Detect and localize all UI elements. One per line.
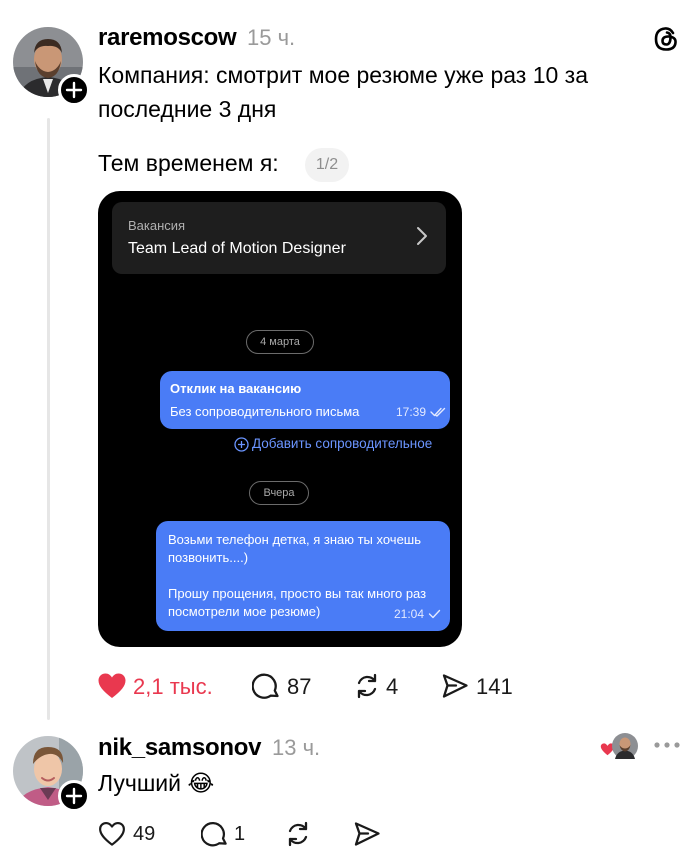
vacancy-card[interactable]: Вакансия Team Lead of Motion Designer (112, 202, 446, 274)
plus-icon (65, 787, 83, 805)
liked-by-author-indicator (599, 733, 639, 759)
follow-button[interactable] (58, 74, 90, 106)
bubble-time: 17:39 (396, 405, 427, 419)
thread-line (47, 118, 50, 720)
heart-icon (99, 821, 125, 846)
post-time: 15 ч. (247, 25, 296, 50)
date-pill: 4 марта (246, 330, 314, 354)
comment-button[interactable]: 87 (252, 672, 314, 700)
reply-username[interactable]: nik_samsonov (98, 734, 261, 762)
bubble-time: 21:04 (394, 607, 425, 621)
vacancy-title: Team Lead of Motion Designer (128, 240, 346, 257)
chevron-right-icon (417, 227, 427, 245)
reply-text: Лучший 😂 (98, 770, 215, 796)
post-text-line3: Тем временем я: (98, 150, 279, 176)
repost-icon[interactable] (284, 820, 312, 848)
reply-time: 13 ч. (272, 735, 321, 760)
like-button[interactable]: 2,1 тыс. (97, 672, 219, 700)
repost-button[interactable]: 4 (353, 672, 403, 700)
more-icon[interactable] (653, 741, 681, 749)
image-page-indicator: 1/2 (305, 148, 349, 182)
post-username[interactable]: raremoscow (98, 24, 237, 52)
plus-circle-icon (234, 437, 249, 452)
check-icon (428, 609, 441, 619)
post-image[interactable]: Вакансия Team Lead of Motion Designer 4 … (98, 191, 462, 647)
share-button[interactable]: 141 (441, 672, 513, 700)
comment-icon (201, 821, 227, 847)
message-bubble: Возьми телефон детка, я знаю ты хочешь п… (156, 521, 450, 631)
date-pill: Вчера (249, 481, 309, 505)
comment-button[interactable]: 1 (201, 820, 251, 848)
share-count: 141 (476, 674, 513, 699)
author-avatar-icon (612, 733, 638, 759)
bubble-text: Без сопроводительного письма (170, 404, 360, 419)
add-cover-letter-link[interactable]: Добавить сопроводительное (252, 436, 432, 451)
heart-icon (98, 673, 126, 698)
message-bubble: Отклик на вакансию Без сопроводительного… (160, 371, 450, 429)
comment-count: 87 (287, 674, 312, 699)
plus-icon (65, 81, 83, 99)
like-count: 49 (133, 823, 156, 845)
comment-icon (252, 673, 279, 699)
share-icon (442, 674, 468, 698)
like-button[interactable]: 49 (98, 820, 164, 848)
share-icon[interactable] (353, 820, 381, 848)
repost-icon (357, 673, 377, 699)
repost-count: 4 (386, 674, 399, 699)
comment-count: 1 (234, 823, 246, 845)
post-text-line2: последние 3 дня (98, 96, 277, 122)
like-count: 2,1 тыс. (133, 674, 213, 699)
follow-button[interactable] (58, 780, 90, 812)
threads-logo-icon[interactable] (651, 24, 681, 54)
post-text-line1: Компания: смотрит мое резюме уже раз 10 … (98, 62, 589, 88)
vacancy-label: Вакансия (128, 218, 186, 233)
bubble-title: Отклик на вакансию (170, 381, 302, 396)
double-check-icon (430, 407, 446, 417)
